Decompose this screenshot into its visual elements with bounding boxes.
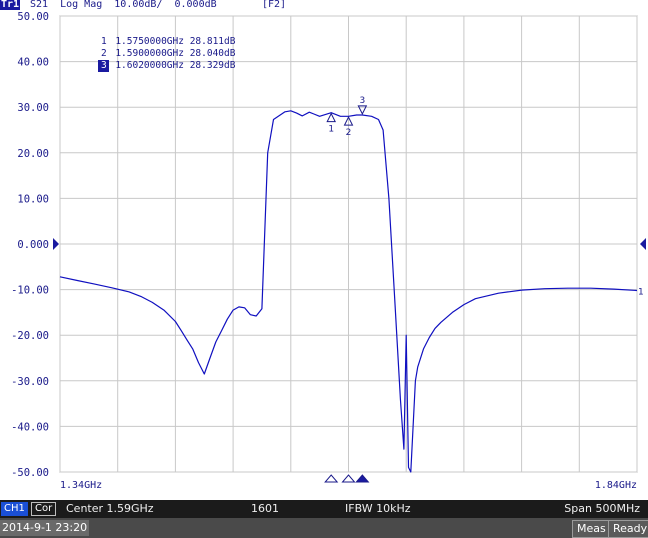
y-tick-label: 40.00: [17, 57, 49, 69]
y-tick-label: -50.00: [11, 467, 49, 479]
y-tick-label: 10.00: [17, 193, 49, 205]
trace-plot: 50.00 40.00 30.00 20.00 10.00 0.000 -10.00 -20.…: [11, 11, 646, 491]
instrument-footer: 2014-9-1 23:20 Meas Ready: [0, 518, 648, 538]
correction-indicator[interactable]: Cor: [31, 502, 57, 516]
x-tick-label-start: 1.34GHz: [60, 480, 102, 491]
x-tick-label-stop: 1.84GHz: [595, 480, 637, 491]
marker-axis-triangle: [324, 474, 339, 483]
marker-label: 3: [359, 96, 365, 106]
y-tick-label: 30.00: [17, 102, 49, 114]
trace-end-label: 1: [638, 288, 644, 298]
marker-frequency: 1.6020000GHz: [115, 60, 184, 71]
span-frequency[interactable]: Span 500MHz: [564, 500, 640, 518]
reference-level-left-arrow: [53, 238, 59, 250]
marker-axis-triangle: [355, 474, 370, 483]
datetime-label: 2014-9-1 23:20: [0, 520, 90, 536]
marker-value: 28.329dB: [189, 60, 236, 71]
if-bandwidth[interactable]: IFBW 10kHz: [345, 500, 411, 518]
sweep-points[interactable]: 1601: [251, 500, 279, 518]
marker-row-3[interactable]: 3 1.6020000GHz 28.329dB: [64, 48, 235, 72]
y-tick-label: 50.00: [17, 11, 49, 23]
marker-row-1[interactable]: 1 1.5750000GHz 28.811dB: [64, 24, 236, 47]
y-tick-label: -30.00: [11, 376, 49, 388]
analyzer-screen: Tr1 S21 Log Mag 10.00dB/ 0.000dB [F2] 50…: [0, 0, 648, 538]
y-tick-label: -10.00: [11, 285, 49, 297]
marker-row-2[interactable]: 2 1.5900000GHz 28.040dB: [64, 36, 236, 59]
ready-indicator: Ready: [608, 520, 648, 538]
meas-button[interactable]: Meas: [572, 520, 611, 538]
marker-label: 2: [346, 128, 352, 138]
channel-button[interactable]: CH1: [1, 502, 28, 516]
marker-number: 3: [98, 60, 110, 72]
y-tick-label: -20.00: [11, 330, 49, 342]
reference-level-right-arrow: [640, 238, 646, 250]
marker-table: 1 1.5750000GHz 28.811dB 2 1.5900000GHz 28.…: [64, 24, 236, 72]
y-tick-label: -40.00: [11, 421, 49, 433]
center-frequency[interactable]: Center 1.59GHz: [66, 500, 154, 518]
channel-status-bar: CH1 Cor Center 1.59GHz 1601 IFBW 10kHz S…: [0, 500, 648, 518]
y-tick-label: 0.000: [17, 239, 49, 251]
marker-label: 1: [328, 125, 334, 135]
y-tick-label: 20.00: [17, 148, 49, 160]
marker-axis-triangle: [341, 474, 356, 483]
